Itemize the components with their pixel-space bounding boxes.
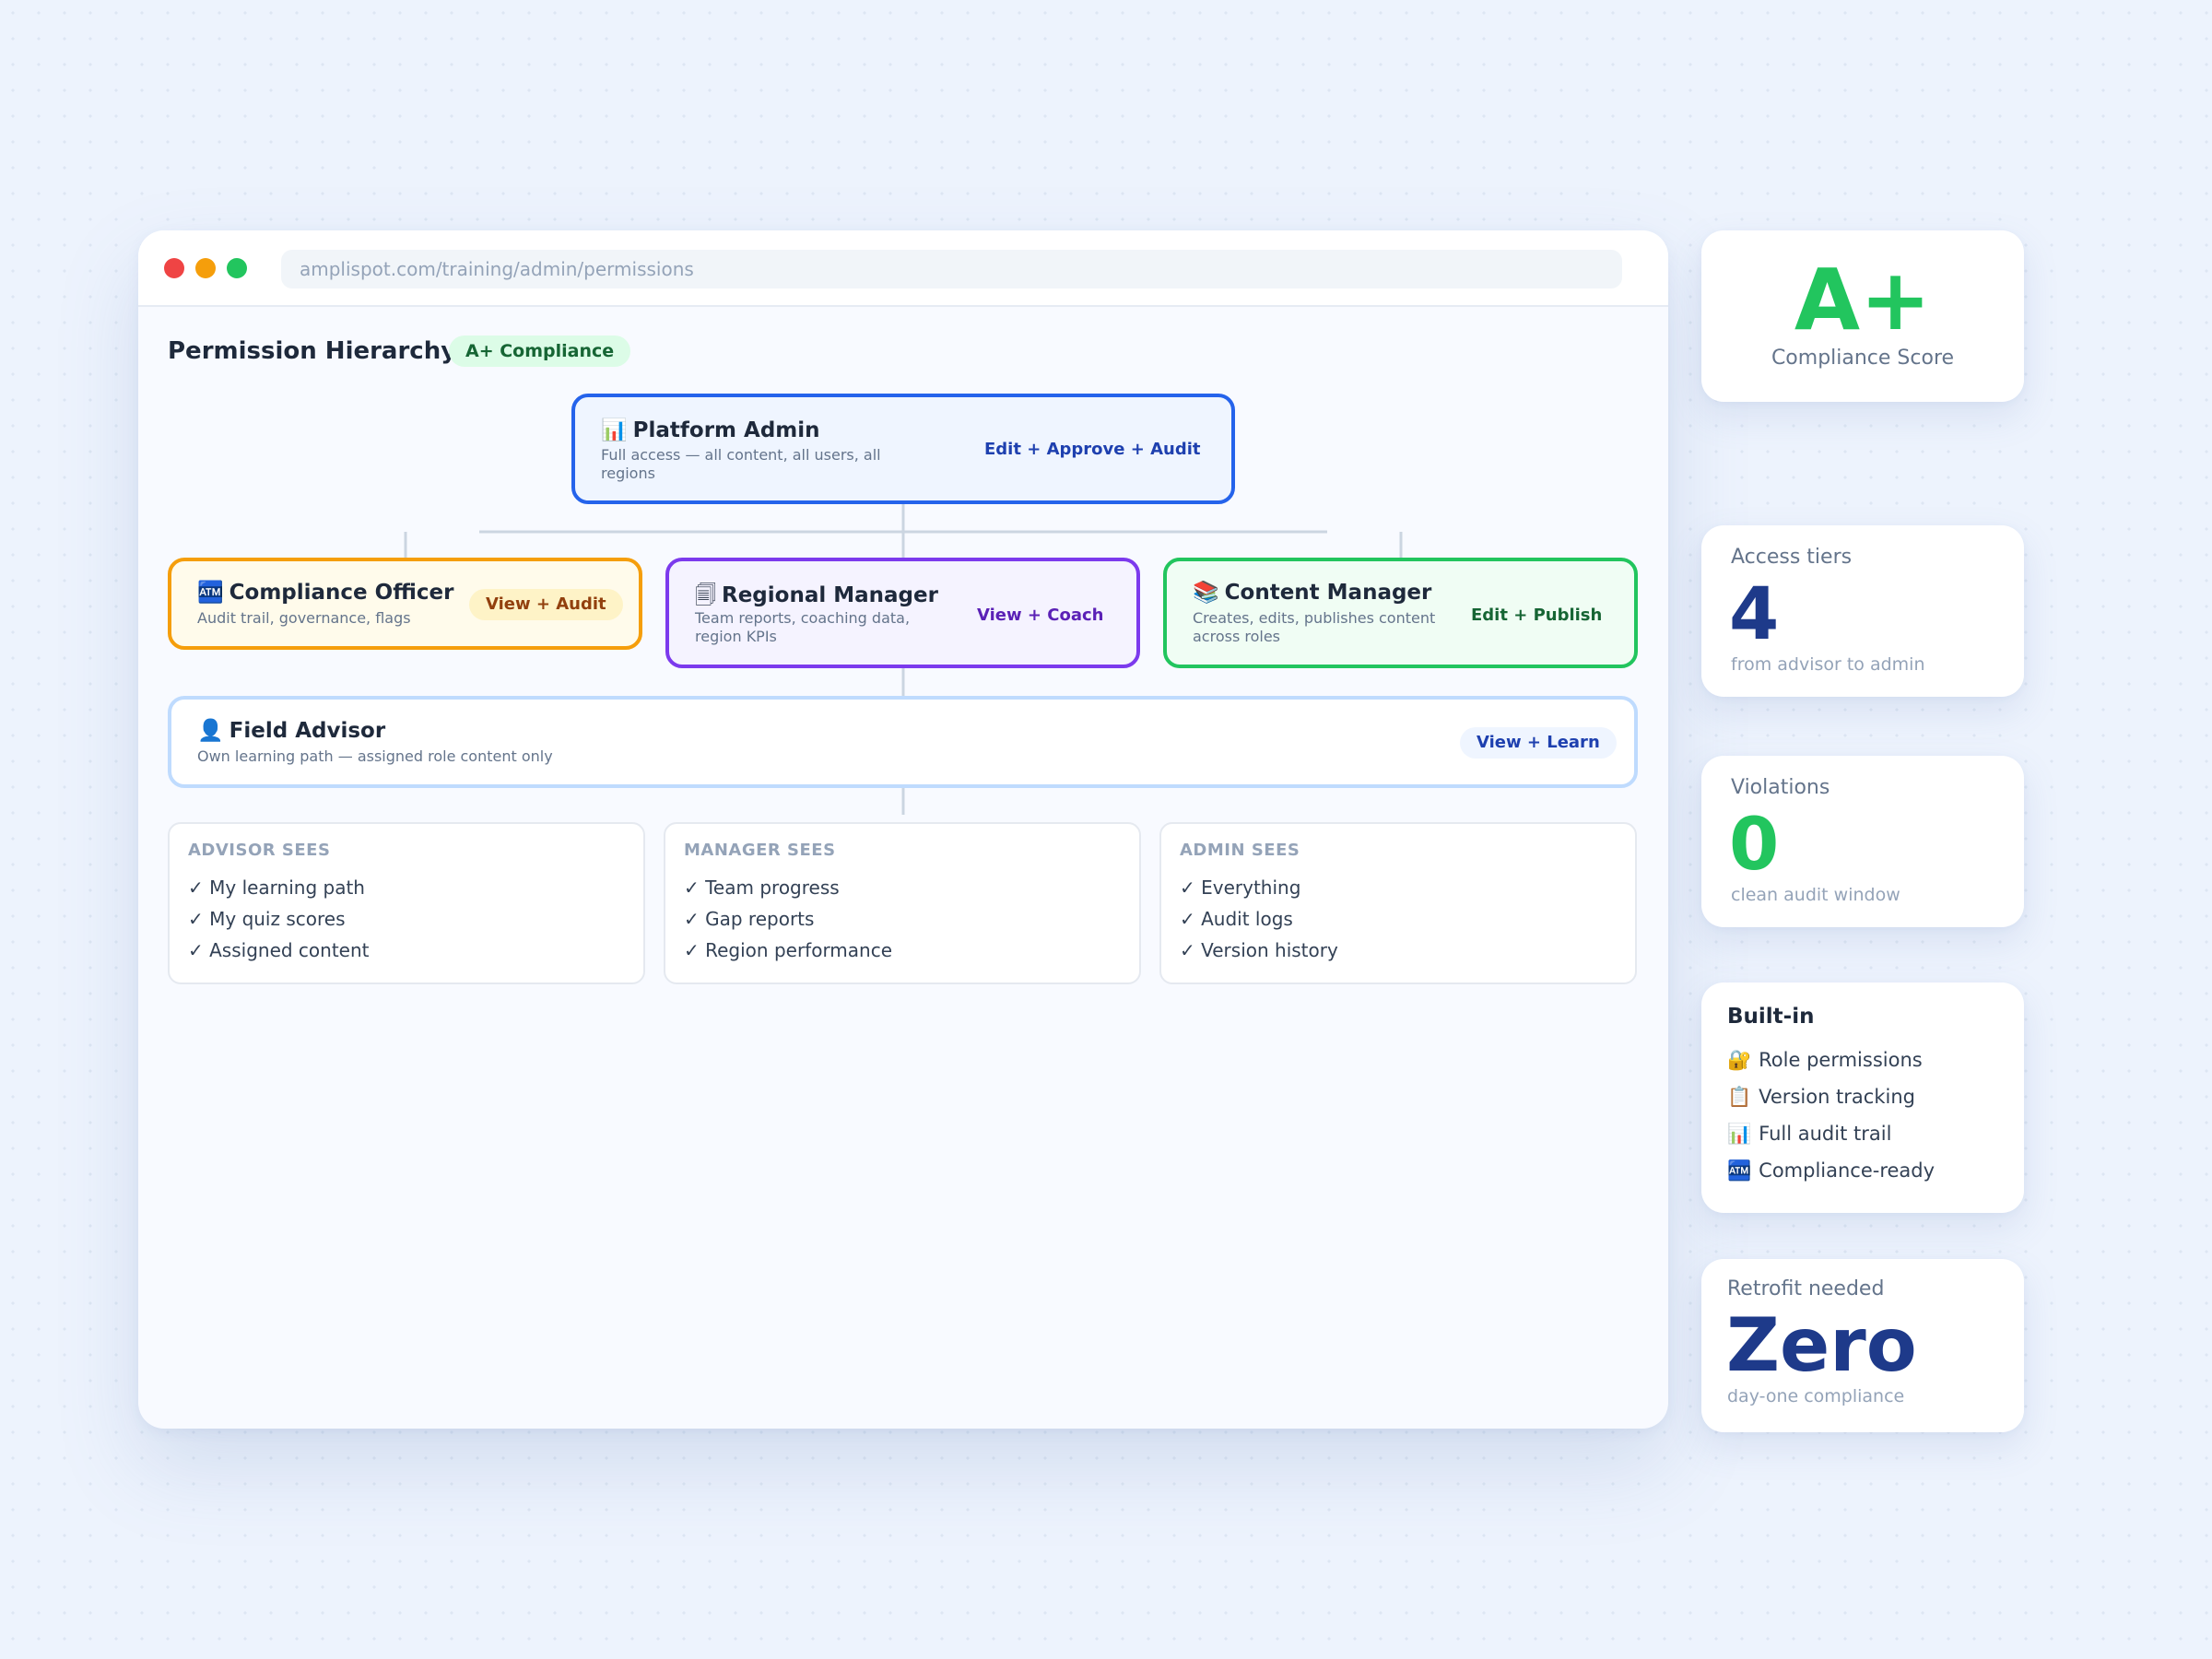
- sees-list: ✓ Team progress ✓ Gap reports ✓ Region p…: [684, 872, 892, 966]
- list-item: ✓ Assigned content: [188, 939, 370, 961]
- atm-icon: 🏧: [1727, 1159, 1752, 1182]
- atm-icon: 🏧: [197, 581, 224, 605]
- compliance-score-label: Compliance Score: [1771, 347, 1955, 370]
- role-name-text: Regional Manager: [721, 583, 938, 607]
- permission-badge: View + Audit: [469, 589, 623, 620]
- role-card-regional-manager[interactable]: 🗐 Regional Manager Team reports, coaching…: [665, 558, 1140, 668]
- permission-label: View + Coach: [977, 606, 1104, 625]
- feature-item: 📊 Full audit trail: [1727, 1115, 1935, 1152]
- feature-list: 🔐 Role permissions 📋 Version tracking 📊 Ful…: [1727, 1041, 1935, 1189]
- role-card-content-manager[interactable]: 📚 Content Manager Creates, edits, publish…: [1163, 558, 1638, 668]
- stat-value: 4: [1729, 573, 1780, 656]
- user-icon: 👤: [197, 719, 224, 743]
- feature-label: Version tracking: [1759, 1086, 1915, 1108]
- feature-label: Role permissions: [1759, 1049, 1923, 1071]
- role-name-compliance-officer: 🏧 Compliance Officer: [197, 580, 453, 605]
- feature-item: 📋 Version tracking: [1727, 1078, 1935, 1115]
- documents-icon: 🗐: [695, 583, 716, 607]
- sees-list: ✓ Everything ✓ Audit logs ✓ Version hist…: [1180, 872, 1338, 966]
- chart-icon: 📊: [601, 418, 628, 442]
- violations-card: Violations 0 clean audit window: [1701, 756, 2024, 927]
- stat-caption: day-one compliance: [1727, 1386, 1905, 1406]
- access-tiers-card: Access tiers 4 from advisor to admin: [1701, 525, 2024, 697]
- clipboard-icon: 📋: [1727, 1086, 1752, 1108]
- stat-caption: from advisor to admin: [1731, 654, 1925, 675]
- manager-sees-card: MANAGER SEES ✓ Team progress ✓ Gap repor…: [664, 822, 1141, 984]
- browser-window: amplispot.com/training/admin/permissions…: [138, 230, 1668, 1429]
- role-name-content-manager: 📚 Content Manager: [1193, 580, 1431, 605]
- feature-label: Compliance-ready: [1759, 1159, 1936, 1182]
- books-icon: 📚: [1193, 581, 1219, 605]
- stat-value: 0: [1729, 804, 1780, 887]
- admin-sees-card: ADMIN SEES ✓ Everything ✓ Audit logs ✓ V…: [1159, 822, 1637, 984]
- role-name-text: Platform Admin: [632, 418, 820, 442]
- card-heading: ADVISOR SEES: [188, 841, 331, 860]
- role-name-platform-admin: 📊 Platform Admin: [601, 418, 820, 442]
- role-name-text: Field Advisor: [229, 719, 386, 743]
- role-name-field-advisor: 👤 Field Advisor: [197, 718, 385, 743]
- list-item: ✓ Team progress: [684, 877, 840, 899]
- stat-label: Retrofit needed: [1727, 1277, 1885, 1300]
- stat-label: Violations: [1731, 776, 1830, 799]
- retrofit-card: Retrofit needed Zero day-one compliance: [1701, 1259, 2024, 1432]
- role-description: Creates, edits, publishes content across…: [1193, 609, 1436, 645]
- stat-caption: clean audit window: [1731, 885, 1900, 905]
- role-card-platform-admin[interactable]: 📊 Platform Admin Full access — all conten…: [571, 394, 1235, 504]
- role-description: Team reports, coaching data, region KPIs: [695, 609, 911, 645]
- list-item: ✓ My learning path: [188, 877, 365, 899]
- permission-label: Edit + Publish: [1471, 606, 1603, 625]
- feature-item: 🔐 Role permissions: [1727, 1041, 1935, 1078]
- role-description: Audit trail, governance, flags: [197, 609, 411, 627]
- role-card-compliance-officer[interactable]: 🏧 Compliance Officer Audit trail, governa…: [168, 558, 642, 650]
- role-description: Full access — all content, all users, al…: [601, 446, 881, 482]
- permission-label: Edit + Approve + Audit: [984, 440, 1201, 459]
- built-in-features-card: Built-in 🔐 Role permissions 📋 Version trac…: [1701, 982, 2024, 1213]
- list-item: ✓ Audit logs: [1180, 908, 1293, 930]
- list-item: ✓ My quiz scores: [188, 908, 346, 930]
- list-item: ✓ Region performance: [684, 939, 893, 961]
- card-heading: ADMIN SEES: [1180, 841, 1300, 860]
- list-item: ✓ Version history: [1180, 939, 1338, 961]
- compliance-score-value: A+: [1794, 251, 1932, 349]
- role-card-field-advisor[interactable]: 👤 Field Advisor Own learning path — assig…: [168, 696, 1638, 788]
- card-heading: Built-in: [1727, 1005, 1815, 1029]
- feature-item: 🏧 Compliance-ready: [1727, 1152, 1935, 1189]
- role-name-text: Compliance Officer: [229, 581, 454, 605]
- list-item: ✓ Everything: [1180, 877, 1301, 899]
- advisor-sees-card: ADVISOR SEES ✓ My learning path ✓ My qui…: [168, 822, 645, 984]
- card-heading: MANAGER SEES: [684, 841, 836, 860]
- chart-icon: 📊: [1727, 1123, 1752, 1145]
- lock-key-icon: 🔐: [1727, 1049, 1752, 1071]
- feature-label: Full audit trail: [1759, 1123, 1892, 1145]
- role-name-text: Content Manager: [1224, 581, 1432, 605]
- permission-badge: View + Learn: [1460, 727, 1617, 759]
- stat-value: Zero: [1726, 1302, 1917, 1388]
- role-description: Own learning path — assigned role conten…: [197, 747, 553, 765]
- stat-label: Access tiers: [1731, 546, 1853, 569]
- sees-list: ✓ My learning path ✓ My quiz scores ✓ As…: [188, 872, 370, 966]
- list-item: ✓ Gap reports: [684, 908, 815, 930]
- compliance-score-card: A+ Compliance Score: [1701, 230, 2024, 402]
